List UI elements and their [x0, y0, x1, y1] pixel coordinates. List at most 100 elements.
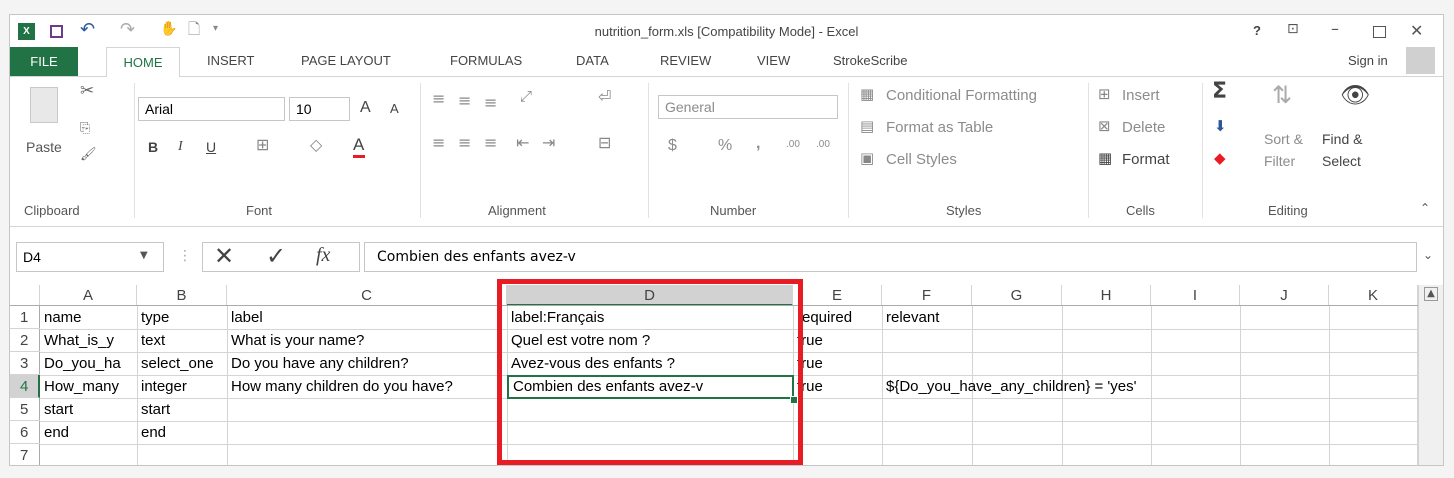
tab-page-layout[interactable]: PAGE LAYOUT — [301, 53, 391, 68]
italic-button[interactable]: I — [178, 139, 183, 155]
sort-filter-label-2[interactable]: Filter — [1264, 153, 1295, 169]
column-header-j[interactable]: J — [1240, 285, 1329, 306]
format-cells-icon[interactable]: ▦ — [1098, 149, 1112, 167]
column-header-i[interactable]: I — [1151, 285, 1240, 306]
copy-icon[interactable]: ⎘ — [80, 121, 90, 136]
align-top-icon[interactable]: ≡ — [432, 89, 445, 108]
row-header-5[interactable]: 5 — [10, 398, 40, 421]
tab-review[interactable]: REVIEW — [660, 53, 711, 68]
cell-styles-button[interactable]: Cell Styles — [886, 151, 957, 168]
font-size-select[interactable]: 10 — [289, 97, 350, 121]
cell-a4[interactable]: How_many — [40, 375, 137, 398]
align-bottom-icon[interactable]: ≡ — [484, 93, 497, 112]
increase-decimal-button[interactable]: .00 — [786, 139, 800, 150]
paste-button[interactable]: Paste — [26, 139, 62, 155]
close-button[interactable]: ✕ — [1410, 21, 1423, 40]
borders-icon[interactable]: ⊞ — [256, 135, 269, 154]
merge-center-icon[interactable]: ⊟ — [598, 133, 611, 152]
align-left-icon[interactable]: ≡ — [432, 133, 445, 152]
align-center-icon[interactable]: ≡ — [458, 133, 471, 152]
tab-strokescribe[interactable]: StrokeScribe — [833, 53, 907, 68]
tab-data[interactable]: DATA — [576, 53, 609, 68]
sign-in-link[interactable]: Sign in — [1348, 53, 1388, 68]
autosum-icon[interactable]: Σ — [1212, 79, 1227, 104]
paste-icon[interactable] — [30, 87, 58, 123]
column-header-a[interactable]: A — [40, 285, 137, 306]
sort-filter-icon[interactable]: ⇅ — [1272, 81, 1292, 109]
percent-button[interactable]: % — [718, 137, 732, 155]
cell-b2[interactable]: text — [137, 329, 165, 352]
align-middle-icon[interactable]: ≡ — [458, 91, 471, 110]
cell-a3[interactable]: Do_you_ha — [40, 352, 137, 375]
tab-home[interactable]: HOME — [106, 47, 180, 77]
cell-a6[interactable]: end — [40, 421, 69, 444]
clear-icon[interactable]: ◆ — [1214, 149, 1226, 167]
row-header-4[interactable]: 4 — [10, 375, 40, 398]
row-header-2[interactable]: 2 — [10, 329, 40, 352]
cell-b3[interactable]: select_one — [137, 352, 227, 375]
fill-icon[interactable]: ⬇ — [1214, 117, 1227, 135]
insert-cells-icon[interactable]: ⊞ — [1098, 85, 1111, 103]
insert-cells-button[interactable]: Insert — [1122, 87, 1160, 104]
row-header-1[interactable]: 1 — [10, 306, 40, 329]
column-header-k[interactable]: K — [1329, 285, 1418, 306]
column-header-g[interactable]: G — [972, 285, 1062, 306]
maximize-button[interactable] — [1373, 26, 1386, 38]
tab-insert[interactable]: INSERT — [207, 53, 254, 68]
currency-button[interactable]: $ — [668, 137, 677, 155]
row-header-6[interactable]: 6 — [10, 421, 40, 444]
fill-color-icon[interactable]: ◇ — [310, 135, 322, 154]
font-name-select[interactable]: Arial — [138, 97, 285, 121]
tab-formulas[interactable]: FORMULAS — [450, 53, 522, 68]
ribbon-display-icon[interactable]: ⊡ — [1287, 21, 1299, 37]
find-select-label-2[interactable]: Select — [1322, 153, 1361, 169]
cell-a2[interactable]: What_is_y — [40, 329, 137, 352]
decrease-indent-icon[interactable]: ⇤ — [516, 133, 529, 152]
cell-c4[interactable]: How many children do you have? — [227, 375, 507, 398]
grow-font-button[interactable]: A — [360, 99, 371, 117]
cell-c2[interactable]: What is your name? — [227, 329, 364, 352]
comma-button[interactable]: , — [756, 135, 760, 153]
cell-b4[interactable]: integer — [137, 375, 187, 398]
cancel-icon[interactable]: ✕ — [214, 242, 234, 270]
delete-cells-button[interactable]: Delete — [1122, 119, 1165, 136]
row-header-7[interactable]: 7 — [10, 444, 40, 465]
name-box-dropdown-icon[interactable]: ▼ — [140, 250, 148, 261]
font-color-button[interactable]: A — [353, 135, 365, 158]
format-as-table-button[interactable]: Format as Table — [886, 119, 993, 136]
tab-file[interactable]: FILE — [10, 47, 78, 76]
bold-button[interactable]: B — [148, 139, 158, 155]
wrap-text-icon[interactable]: ⏎ — [598, 87, 611, 106]
formula-input[interactable]: Combien des enfants avez-v — [364, 242, 1417, 272]
column-header-b[interactable]: B — [137, 285, 227, 306]
column-header-e[interactable]: E — [793, 285, 882, 306]
column-header-h[interactable]: H — [1062, 285, 1151, 306]
scroll-up-icon[interactable]: ▲ — [1424, 287, 1438, 301]
number-format-select[interactable]: General — [658, 95, 838, 119]
collapse-ribbon-icon[interactable]: ⌃ — [1420, 201, 1430, 215]
shrink-font-button[interactable]: A — [390, 101, 399, 116]
cell-a5[interactable]: start — [40, 398, 73, 421]
format-cells-button[interactable]: Format — [1122, 151, 1170, 168]
column-header-f[interactable]: F — [882, 285, 972, 306]
cell-a1[interactable]: name — [40, 306, 82, 329]
increase-indent-icon[interactable]: ⇥ — [542, 133, 555, 152]
select-all-corner[interactable] — [10, 285, 40, 306]
conditional-formatting-icon[interactable]: ▦ — [860, 85, 874, 103]
cell-c1[interactable]: label — [227, 306, 263, 329]
tab-view[interactable]: VIEW — [757, 53, 790, 68]
expand-formula-bar-icon[interactable]: ⌄ — [1423, 248, 1433, 262]
find-select-icon[interactable]: 👁 — [1340, 81, 1370, 109]
format-as-table-icon[interactable]: ▤ — [860, 117, 874, 135]
row-header-3[interactable]: 3 — [10, 352, 40, 375]
minimize-button[interactable]: – — [1331, 19, 1339, 38]
cell-f1[interactable]: relevant — [882, 306, 939, 329]
cell-b1[interactable]: type — [137, 306, 169, 329]
sort-filter-label[interactable]: Sort & — [1264, 131, 1303, 147]
cell-b6[interactable]: end — [137, 421, 166, 444]
cell-styles-icon[interactable]: ▣ — [860, 149, 874, 167]
align-right-icon[interactable]: ≡ — [484, 133, 497, 152]
cell-c3[interactable]: Do you have any children? — [227, 352, 409, 375]
vertical-scrollbar[interactable] — [1418, 285, 1443, 465]
decrease-decimal-button[interactable]: .00 — [816, 139, 830, 150]
